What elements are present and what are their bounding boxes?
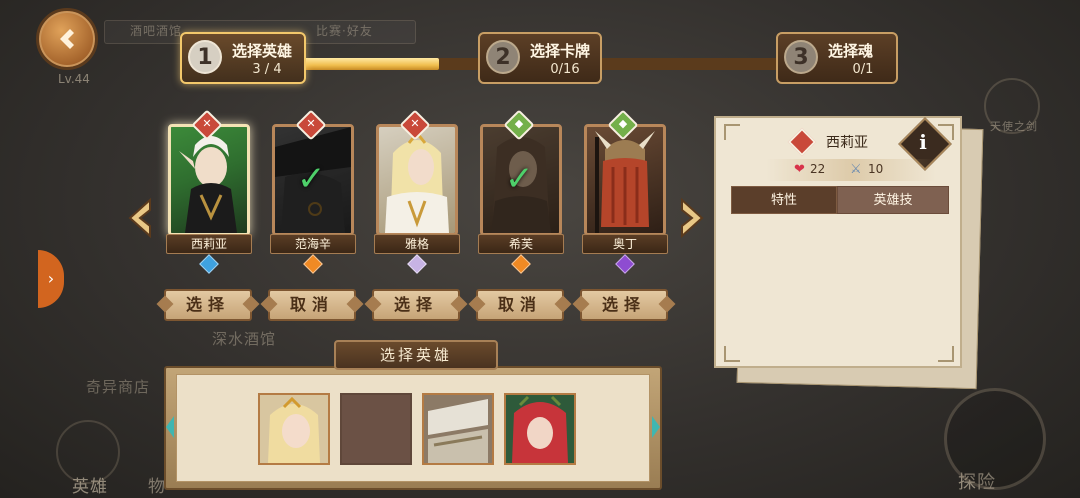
hero-card-yage[interactable]: ✕ 雅格 [374, 109, 460, 274]
shield-icon: ◆ [618, 117, 628, 130]
chevron-right-icon: › [47, 269, 55, 288]
panel-corner-ornament [724, 346, 740, 362]
hero-portrait-frame: ✓ [480, 124, 562, 236]
sword-icon: ⚔ [850, 162, 862, 177]
back-button[interactable] [36, 8, 98, 70]
background-crossed-swords-emblem [984, 78, 1040, 134]
cancel-hero-button[interactable]: 取消 [268, 289, 356, 321]
hero-portrait-frame [584, 124, 666, 236]
panel-corner-ornament [724, 124, 740, 140]
step-select-soul[interactable]: 3 选择魂 0/1 [776, 32, 898, 84]
background-label-deepwater-tavern: 深水酒馆 [212, 330, 277, 348]
rarity-gem-icon [407, 254, 427, 274]
hero-name: 希芙 [478, 234, 564, 254]
step-count: 3 / 4 [252, 62, 282, 77]
check-icon: ✓ [505, 159, 534, 199]
previous-heroes-arrow[interactable] [124, 196, 156, 240]
step-number: 2 [486, 40, 520, 74]
select-hero-button[interactable]: 选择 [164, 289, 252, 321]
selected-heroes-title: 选择英雄 [334, 340, 498, 370]
hero-slot[interactable] [504, 393, 576, 465]
chevron-left-icon [128, 197, 151, 239]
paladin-portrait-icon [260, 395, 328, 463]
step-title: 选择英雄 [232, 42, 293, 60]
selected-heroes-tray [176, 374, 650, 482]
elf-portrait-icon [179, 136, 237, 233]
step-select-hero[interactable]: 1 选择英雄 3 / 4 [180, 32, 306, 84]
check-icon: ✓ [297, 159, 326, 199]
hero-slot[interactable] [422, 393, 494, 465]
hero-card-sif[interactable]: ✓ ◆ 希芙 [478, 109, 564, 274]
cancel-hero-button[interactable]: 取消 [476, 289, 564, 321]
next-heroes-arrow[interactable] [676, 196, 708, 240]
rarity-gem-icon [511, 254, 531, 274]
tab-traits[interactable]: 特性 [731, 186, 837, 214]
player-level: Lv.44 [58, 72, 90, 86]
heart-icon: ❤ [794, 162, 805, 177]
hero-portrait [171, 127, 247, 233]
hero-card-odin[interactable]: ◆ 奥丁 [582, 109, 668, 274]
background-hero-emblem [56, 420, 120, 484]
hero-slot[interactable] [258, 393, 330, 465]
chevron-right-icon [681, 197, 704, 239]
tab-hero-skill[interactable]: 英雄技 [837, 186, 949, 214]
sword-icon: ✕ [410, 117, 420, 130]
hero-slot-empty[interactable] [340, 393, 412, 465]
hero-name: 奥丁 [582, 234, 668, 254]
hero-name: 西莉亚 [166, 234, 252, 254]
armor-portrait-icon [424, 395, 492, 463]
background-label-friends: 比赛·好友 [316, 24, 373, 38]
side-expand-tab[interactable]: › [38, 250, 64, 308]
hero-portrait [379, 127, 455, 233]
step-progress-fill [300, 58, 440, 70]
panel-corner-ornament [938, 346, 954, 362]
hero-name: 范海辛 [270, 234, 356, 254]
hero-card-celia[interactable]: ✕ 西莉亚 [166, 109, 252, 274]
step-count: 0/16 [550, 62, 580, 77]
info-icon: i [919, 130, 927, 154]
viking-portrait-icon [595, 131, 655, 233]
back-arrow-icon [60, 29, 74, 49]
background-label-tavern: 酒吧酒馆 [130, 24, 183, 38]
hero-portrait-frame [168, 124, 250, 236]
detail-hero-name: 西莉亚 [826, 135, 868, 151]
sword-icon: ✕ [306, 117, 316, 130]
hero-portrait [587, 127, 663, 233]
step-title: 选择卡牌 [530, 42, 591, 60]
step-select-cards[interactable]: 2 选择卡牌 0/16 [478, 32, 602, 84]
rarity-gem-icon [199, 254, 219, 274]
step-number: 1 [188, 40, 222, 74]
hero-name: 雅格 [374, 234, 460, 254]
rarity-gem-icon [303, 254, 323, 274]
hero-card-van-helsing[interactable]: ✓ ✕ 范海辛 [270, 109, 356, 274]
hero-portrait-frame: ✓ [272, 124, 354, 236]
background-label-strange-shop: 奇异商店 [86, 378, 151, 396]
step-number: 3 [784, 40, 818, 74]
rarity-gem-icon [615, 254, 635, 274]
step-count: 0/1 [852, 62, 874, 77]
select-hero-button[interactable]: 选择 [580, 289, 668, 321]
paladin-portrait-icon [385, 130, 449, 233]
step-title: 选择魂 [828, 42, 874, 60]
sword-icon: ✕ [202, 117, 212, 130]
hero-portrait-frame [376, 124, 458, 236]
redhead-portrait-icon [506, 395, 574, 463]
attack-value: 10 [868, 162, 884, 176]
shield-icon: ◆ [514, 117, 524, 130]
select-hero-button[interactable]: 选择 [372, 289, 460, 321]
background-adventure-emblem [944, 388, 1046, 490]
hp-value: 22 [810, 162, 826, 176]
